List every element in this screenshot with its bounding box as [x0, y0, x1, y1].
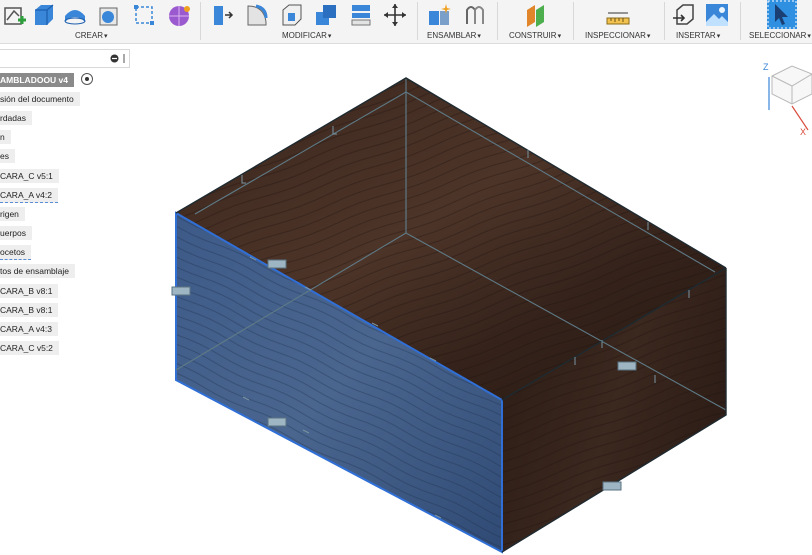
select-menu[interactable]: SELECCIONAR▾ [749, 31, 811, 40]
box-icon[interactable] [131, 2, 157, 28]
fillet-icon[interactable] [244, 2, 270, 28]
align-icon[interactable] [348, 2, 374, 28]
combine-icon[interactable] [313, 2, 339, 28]
modify-menu[interactable]: MODIFICAR▾ [282, 31, 331, 40]
form-icon[interactable] [166, 2, 192, 28]
model-viewport[interactable] [0, 44, 812, 555]
move-icon[interactable] [382, 2, 408, 28]
create-menu[interactable]: CREAR▾ [75, 31, 108, 40]
measure-icon[interactable] [605, 2, 631, 28]
joint-icon[interactable] [462, 2, 488, 28]
sweep-icon[interactable] [96, 2, 122, 28]
inspect-menu[interactable]: INSPECCIONAR▾ [585, 31, 650, 40]
insert-derive-icon[interactable] [671, 2, 697, 28]
extrude-icon[interactable] [30, 2, 56, 28]
select-icon[interactable] [767, 0, 797, 29]
toolbar: CREAR▾ MODIFICAR▾ ENSAMBLAR▾ CONSTRUIR▾ … [0, 0, 812, 44]
offset-plane-icon[interactable] [523, 2, 549, 28]
insert-menu[interactable]: INSERTAR▾ [676, 31, 720, 40]
construct-menu[interactable]: CONSTRUIR▾ [509, 31, 561, 40]
assemble-menu[interactable]: ENSAMBLAR▾ [427, 31, 481, 40]
revolve-icon[interactable] [62, 2, 88, 28]
shell-icon[interactable] [279, 2, 305, 28]
insert-image-icon[interactable] [704, 2, 730, 28]
create-sketch-icon[interactable] [2, 2, 28, 28]
new-component-icon[interactable] [427, 2, 453, 28]
press-pull-icon[interactable] [210, 2, 236, 28]
